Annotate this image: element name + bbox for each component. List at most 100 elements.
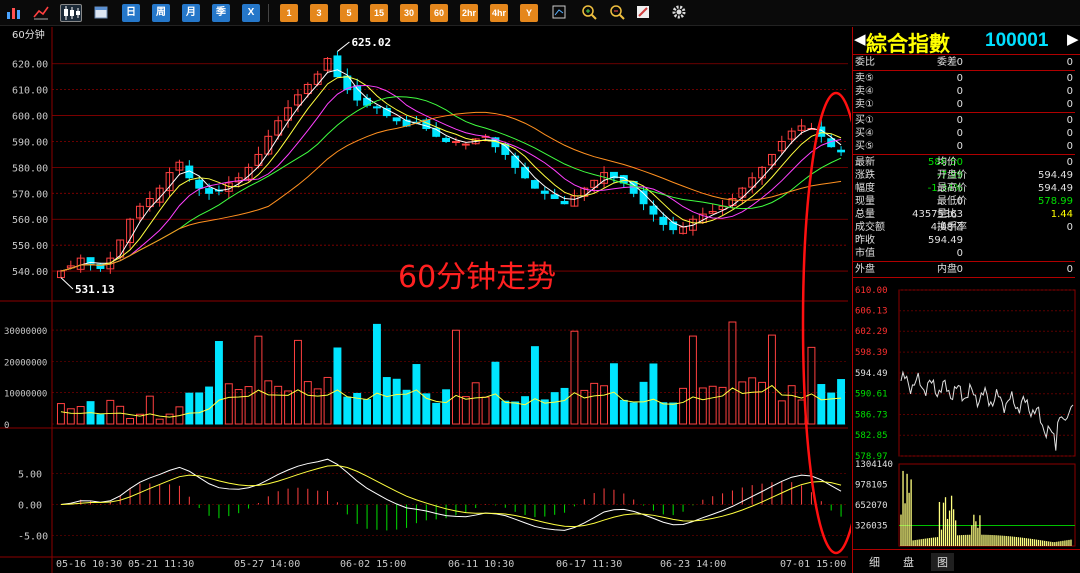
period-15-button[interactable]: 15 — [370, 4, 388, 22]
period-week-button[interactable]: 周 — [152, 4, 170, 22]
volume-bar — [165, 413, 174, 425]
candle-body — [451, 140, 460, 143]
date-axis-label: 05-27 14:00 — [234, 559, 300, 570]
volume-bar — [590, 382, 599, 425]
period-4hr-button[interactable]: 4hr — [490, 4, 508, 22]
row-value-2: 0 — [1066, 73, 1073, 84]
volume-bar — [777, 400, 786, 425]
tab-chart[interactable]: 图 — [931, 553, 954, 571]
bar-chart-icon[interactable] — [4, 4, 22, 22]
stat-row: 成交额 4.68亿 换手率 0 — [853, 221, 1075, 234]
volume-bar — [66, 408, 75, 425]
period-60-button[interactable]: 60 — [430, 4, 448, 22]
ask-row: 卖④ 0 0 — [853, 85, 1075, 98]
period-quarter-button[interactable]: 季 — [212, 4, 230, 22]
macd-tick-label: 0.00 — [18, 501, 42, 512]
volume-bar — [688, 335, 697, 425]
zoom-in-icon[interactable] — [580, 4, 598, 22]
divider — [853, 112, 1075, 113]
row-value-2: 0 — [1066, 86, 1073, 97]
volume-bar — [205, 386, 214, 425]
mini-price-tick: 582.85 — [855, 431, 888, 441]
volume-bar — [570, 330, 579, 425]
period-x-button[interactable]: X — [242, 4, 260, 22]
period-30-button[interactable]: 30 — [400, 4, 418, 22]
bid-row: 买⑤ 0 0 — [853, 140, 1075, 153]
row-value-2: 0 — [1066, 99, 1073, 110]
high-marker-line — [337, 41, 350, 52]
mini-price-tick: 610.00 — [855, 286, 888, 296]
moving-average-line — [60, 111, 842, 272]
volume-bar — [461, 396, 470, 425]
stat-row: 最新 586.50 均价 0 — [853, 156, 1075, 169]
period-2hr-button[interactable]: 2hr — [460, 4, 478, 22]
row-value-2: 0 — [1066, 115, 1073, 126]
volume-bar — [214, 341, 223, 425]
period-5-button[interactable]: 5 — [340, 4, 358, 22]
line-chart-icon[interactable] — [32, 4, 50, 22]
volume-bar — [501, 400, 510, 425]
bid-row: 买④ 0 0 — [853, 127, 1075, 140]
period-month-button[interactable]: 月 — [182, 4, 200, 22]
kline-chart[interactable]: 620.00 610.00 600.00 590.00 580.00 570.00 560.… — [0, 27, 851, 573]
draw-tool-icon[interactable] — [634, 4, 652, 22]
period-year-button[interactable]: Y — [520, 4, 538, 22]
row-label-2: 委差 — [937, 57, 957, 68]
period-day-button[interactable]: 日 — [122, 4, 140, 22]
next-arrow-icon[interactable]: ▶ — [1067, 30, 1079, 48]
volume-bar — [76, 406, 85, 425]
volume-bar — [728, 321, 737, 425]
period-3-button[interactable]: 3 — [310, 4, 328, 22]
date-axis-label: 06-02 15:00 — [340, 559, 406, 570]
volume-bar — [649, 363, 658, 425]
volume-bar — [363, 399, 372, 425]
stat-row: 总量 43575363 量比 1.44 — [853, 208, 1075, 221]
volume-bar — [234, 389, 243, 425]
row-label: 成交额 — [855, 222, 885, 233]
volume-bar — [451, 329, 460, 425]
row-label: 总量 — [855, 209, 875, 220]
candle-body — [372, 106, 381, 109]
candlestick-icon[interactable] — [60, 4, 82, 22]
price-tick-label: 540.00 — [12, 267, 48, 278]
period-1-button[interactable]: 1 — [280, 4, 298, 22]
divider — [853, 277, 1075, 278]
row-value-2: 594.49 — [1038, 183, 1073, 194]
high-label: 625.02 — [351, 36, 391, 49]
tab-orderbook[interactable]: 盘 — [897, 553, 920, 571]
macd-tick-label: 5.00 — [18, 470, 42, 481]
divider — [853, 70, 1075, 71]
row-value-2: 0 — [1066, 222, 1073, 233]
stat-row: 幅度 -1.34% 最高价 594.49 — [853, 182, 1075, 195]
row-value-2: 594.49 — [1038, 170, 1073, 181]
volume-bar — [195, 392, 204, 425]
intraday-mini-chart[interactable]: 610.00 606.13 602.29 598.39 594.49 590.61 586.… — [853, 284, 1080, 549]
mini-volume-frame — [898, 463, 1076, 547]
volume-bar — [284, 390, 293, 425]
volume-bar — [550, 392, 559, 425]
row-label-2: 内盘 — [937, 264, 957, 275]
gear-icon[interactable] — [670, 4, 688, 22]
zoom-out-icon[interactable] — [608, 4, 626, 22]
row-value-2: 1.44 — [1050, 209, 1073, 220]
row-label-2: 最高价 — [937, 183, 967, 194]
calendar-icon[interactable] — [92, 4, 110, 22]
row-label: 买④ — [855, 128, 874, 139]
volume-bar — [639, 381, 648, 425]
main-chart-area[interactable]: 620.00 610.00 600.00 590.00 580.00 570.00 560.… — [0, 27, 851, 573]
chart-overlay-title: 60分钟走势 — [398, 260, 557, 295]
prev-arrow-icon[interactable]: ◀ — [854, 30, 866, 48]
fullscreen-icon[interactable] — [550, 4, 568, 22]
bottom-tabs: 细 盘 图 — [853, 549, 1080, 573]
tab-detail[interactable]: 细 — [863, 553, 886, 571]
candle-body — [560, 200, 569, 205]
row-value: 0 — [956, 99, 963, 110]
price-tick-label: 610.00 — [12, 86, 48, 97]
volume-bar — [432, 402, 441, 425]
highlight-ellipse — [801, 91, 851, 555]
mini-price-tick: 598.39 — [855, 348, 888, 358]
candle-body — [530, 180, 539, 189]
volume-bar — [787, 385, 796, 425]
volume-tick-label: 30000000 — [4, 327, 47, 337]
volume-bar — [748, 377, 757, 425]
